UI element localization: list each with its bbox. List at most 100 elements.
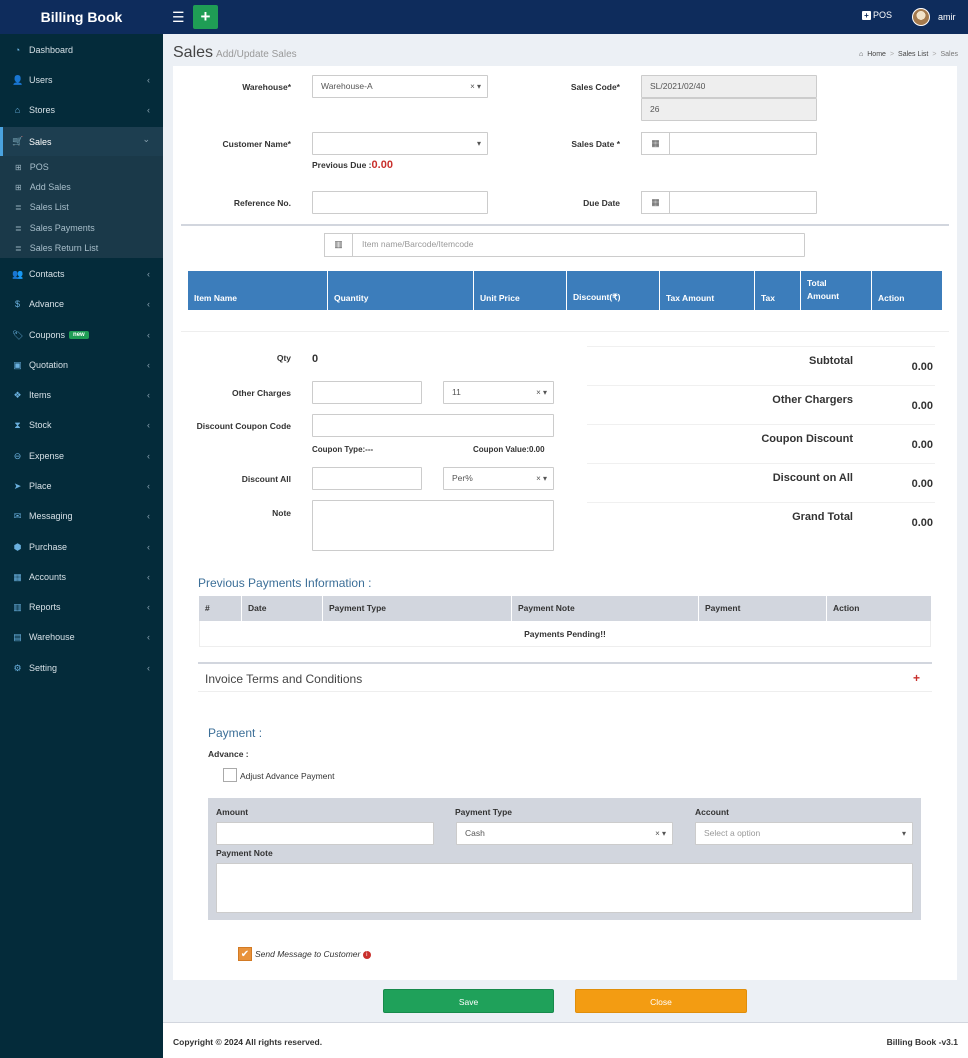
submenu-item-pos[interactable]: ⊞ POS bbox=[0, 157, 163, 177]
calendar-icon[interactable]: ▦ bbox=[641, 132, 670, 155]
divider bbox=[181, 224, 949, 226]
other-charges-tax-value: 11 bbox=[452, 387, 461, 397]
home-icon: ⌂ bbox=[859, 51, 864, 58]
column-header: Tax bbox=[755, 271, 801, 310]
sidebar-item-label: Place bbox=[29, 481, 52, 491]
clear-icon[interactable]: × bbox=[470, 82, 475, 91]
sidebar-item-users[interactable]: 👤 Users ‹ bbox=[0, 67, 163, 93]
copyright-text: Copyright © 2024 All rights reserved. bbox=[173, 1037, 323, 1047]
sidebar-item-sales[interactable]: 🛒 Sales ⌄ bbox=[0, 127, 163, 156]
breadcrumb-sales-list[interactable]: Sales List bbox=[898, 51, 928, 58]
reference-no-input[interactable] bbox=[312, 191, 488, 214]
summary-value: 0.00 bbox=[911, 517, 933, 529]
sidebar-item-purchase[interactable]: ⬢ Purchase ‹ bbox=[0, 534, 163, 560]
sidebar-item-place[interactable]: ➤ Place ‹ bbox=[0, 473, 163, 499]
save-button[interactable]: Save bbox=[383, 989, 554, 1013]
sales-code-number-field: 26 bbox=[641, 98, 817, 121]
previous-due-value: 0.00 bbox=[371, 159, 393, 171]
cubes-icon: ❖ bbox=[13, 389, 22, 400]
breadcrumb: ⌂ Home > Sales List > Sales bbox=[859, 51, 958, 58]
reference-no-label: Reference No. bbox=[233, 198, 291, 208]
due-date-input[interactable] bbox=[669, 191, 817, 214]
sidebar-item-accounts[interactable]: ▦ Accounts ‹ bbox=[0, 564, 163, 590]
list-icon: ≣ bbox=[15, 223, 22, 233]
sales-date-input[interactable] bbox=[669, 132, 817, 155]
cube-icon: ⬢ bbox=[13, 541, 22, 552]
previous-due-label: Previous Due : bbox=[312, 160, 372, 170]
sidebar-item-stores[interactable]: ⌂ Stores ‹ bbox=[0, 97, 163, 123]
clear-icon[interactable]: × bbox=[655, 829, 660, 838]
adjust-advance-checkbox[interactable] bbox=[223, 768, 237, 782]
expand-plus-icon[interactable]: + bbox=[913, 671, 920, 685]
sidebar-item-warehouse[interactable]: ▤ Warehouse ‹ bbox=[0, 624, 163, 650]
customer-name-select[interactable]: ▾ bbox=[312, 132, 488, 155]
select-controls: × ▾ bbox=[536, 382, 547, 403]
chevron-left-icon: ‹ bbox=[147, 572, 150, 582]
sidebar-item-reports[interactable]: ▥ Reports ‹ bbox=[0, 594, 163, 620]
sales-code-field: SL/2021/02/40 bbox=[641, 75, 817, 98]
warehouse-label: Warehouse* bbox=[242, 82, 291, 92]
discount-coupon-input[interactable] bbox=[312, 414, 554, 437]
clear-icon[interactable]: × bbox=[536, 388, 541, 397]
submenu-label: Sales List bbox=[29, 202, 69, 212]
sidebar-item-setting[interactable]: ⚙ Setting ‹ bbox=[0, 655, 163, 681]
breadcrumb-home[interactable]: Home bbox=[867, 51, 886, 58]
select-controls: × ▾ bbox=[470, 76, 481, 97]
discount-all-label: Discount All bbox=[241, 474, 291, 484]
submenu-item-sales-payments[interactable]: ≣ Sales Payments bbox=[0, 218, 163, 238]
adjust-advance-label: Adjust Advance Payment bbox=[240, 771, 335, 781]
sidebar-item-quotation[interactable]: ▣ Quotation ‹ bbox=[0, 352, 163, 378]
building-icon: ▤ bbox=[13, 631, 22, 642]
calendar-icon[interactable]: ▦ bbox=[641, 191, 670, 214]
other-charges-input[interactable] bbox=[312, 381, 422, 404]
send-message-checkbox[interactable]: ✔ bbox=[238, 947, 252, 961]
summary-value: 0.00 bbox=[911, 361, 933, 373]
item-search-input[interactable]: Item name/Barcode/Itemcode bbox=[352, 233, 805, 257]
payment-note-label: Payment Note bbox=[216, 848, 273, 858]
sidebar-item-coupons[interactable]: 🏷 Coupons new ‹ bbox=[0, 322, 163, 348]
payment-type-value: Cash bbox=[465, 828, 485, 838]
note-textarea[interactable] bbox=[312, 500, 554, 551]
sidebar-item-label: Items bbox=[29, 390, 52, 400]
menu-toggle-icon[interactable]: ☰ bbox=[172, 8, 185, 26]
other-charges-tax-select[interactable]: 11 × ▾ bbox=[443, 381, 554, 404]
pos-link-label: POS bbox=[873, 10, 893, 20]
sidebar-item-contacts[interactable]: 👥 Contacts ‹ bbox=[0, 261, 163, 287]
invoice-terms-panel[interactable]: Invoice Terms and Conditions + bbox=[198, 662, 932, 692]
divider bbox=[173, 981, 957, 982]
minus-circle-icon: ⊖ bbox=[13, 450, 22, 461]
sidebar: ⊞ POS ⊞ Add Sales ≣ Sales List ≣ Sales Payme… bbox=[0, 34, 163, 1058]
submenu-item-sales-list[interactable]: ≣ Sales List bbox=[0, 197, 163, 217]
summary-row-other-chargers: Other Chargers 0.00 bbox=[587, 385, 935, 424]
brand-logo[interactable]: Billing Book bbox=[0, 0, 163, 34]
account-label: Account bbox=[695, 807, 729, 817]
submenu-item-add-sales[interactable]: ⊞ Add Sales bbox=[0, 177, 163, 197]
payment-note-textarea[interactable] bbox=[216, 863, 913, 913]
payment-type-select[interactable]: Cash × ▾ bbox=[456, 822, 673, 845]
envelope-icon: ✉ bbox=[13, 510, 22, 521]
sidebar-item-dashboard[interactable]: ◔ Dashboard bbox=[0, 37, 163, 63]
tag-icon: 🏷 bbox=[12, 329, 24, 340]
column-header: # bbox=[199, 596, 242, 621]
discount-type-select[interactable]: Per% × ▾ bbox=[443, 467, 554, 490]
clear-icon[interactable]: × bbox=[536, 474, 541, 483]
sidebar-item-expense[interactable]: ⊖ Expense ‹ bbox=[0, 443, 163, 469]
account-select[interactable]: Select a option ▾ bbox=[695, 822, 913, 845]
quick-add-button[interactable]: + bbox=[193, 5, 218, 29]
sidebar-item-advance[interactable]: $ Advance ‹ bbox=[0, 291, 163, 317]
payment-panel: Amount Payment Type Account Cash × ▾ Sel… bbox=[208, 798, 921, 920]
user-menu[interactable]: amir bbox=[912, 8, 956, 26]
sidebar-item-messaging[interactable]: ✉ Messaging ‹ bbox=[0, 503, 163, 529]
amount-input[interactable] bbox=[216, 822, 434, 845]
sidebar-item-items[interactable]: ❖ Items ‹ bbox=[0, 382, 163, 408]
breadcrumb-separator: > bbox=[932, 51, 937, 58]
chevron-left-icon: ‹ bbox=[147, 542, 150, 552]
submenu-item-sales-return-list[interactable]: ≣ Sales Return List bbox=[0, 238, 163, 258]
discount-all-input[interactable] bbox=[312, 467, 422, 490]
close-button[interactable]: Close bbox=[575, 989, 747, 1013]
warehouse-select[interactable]: Warehouse-A × ▾ bbox=[312, 75, 488, 98]
column-header: Quantity bbox=[328, 271, 474, 310]
column-header: Payment Type bbox=[323, 596, 512, 621]
sidebar-item-stock[interactable]: ⧗ Stock ‹ bbox=[0, 412, 163, 438]
pos-link[interactable]: + POS bbox=[862, 10, 892, 20]
